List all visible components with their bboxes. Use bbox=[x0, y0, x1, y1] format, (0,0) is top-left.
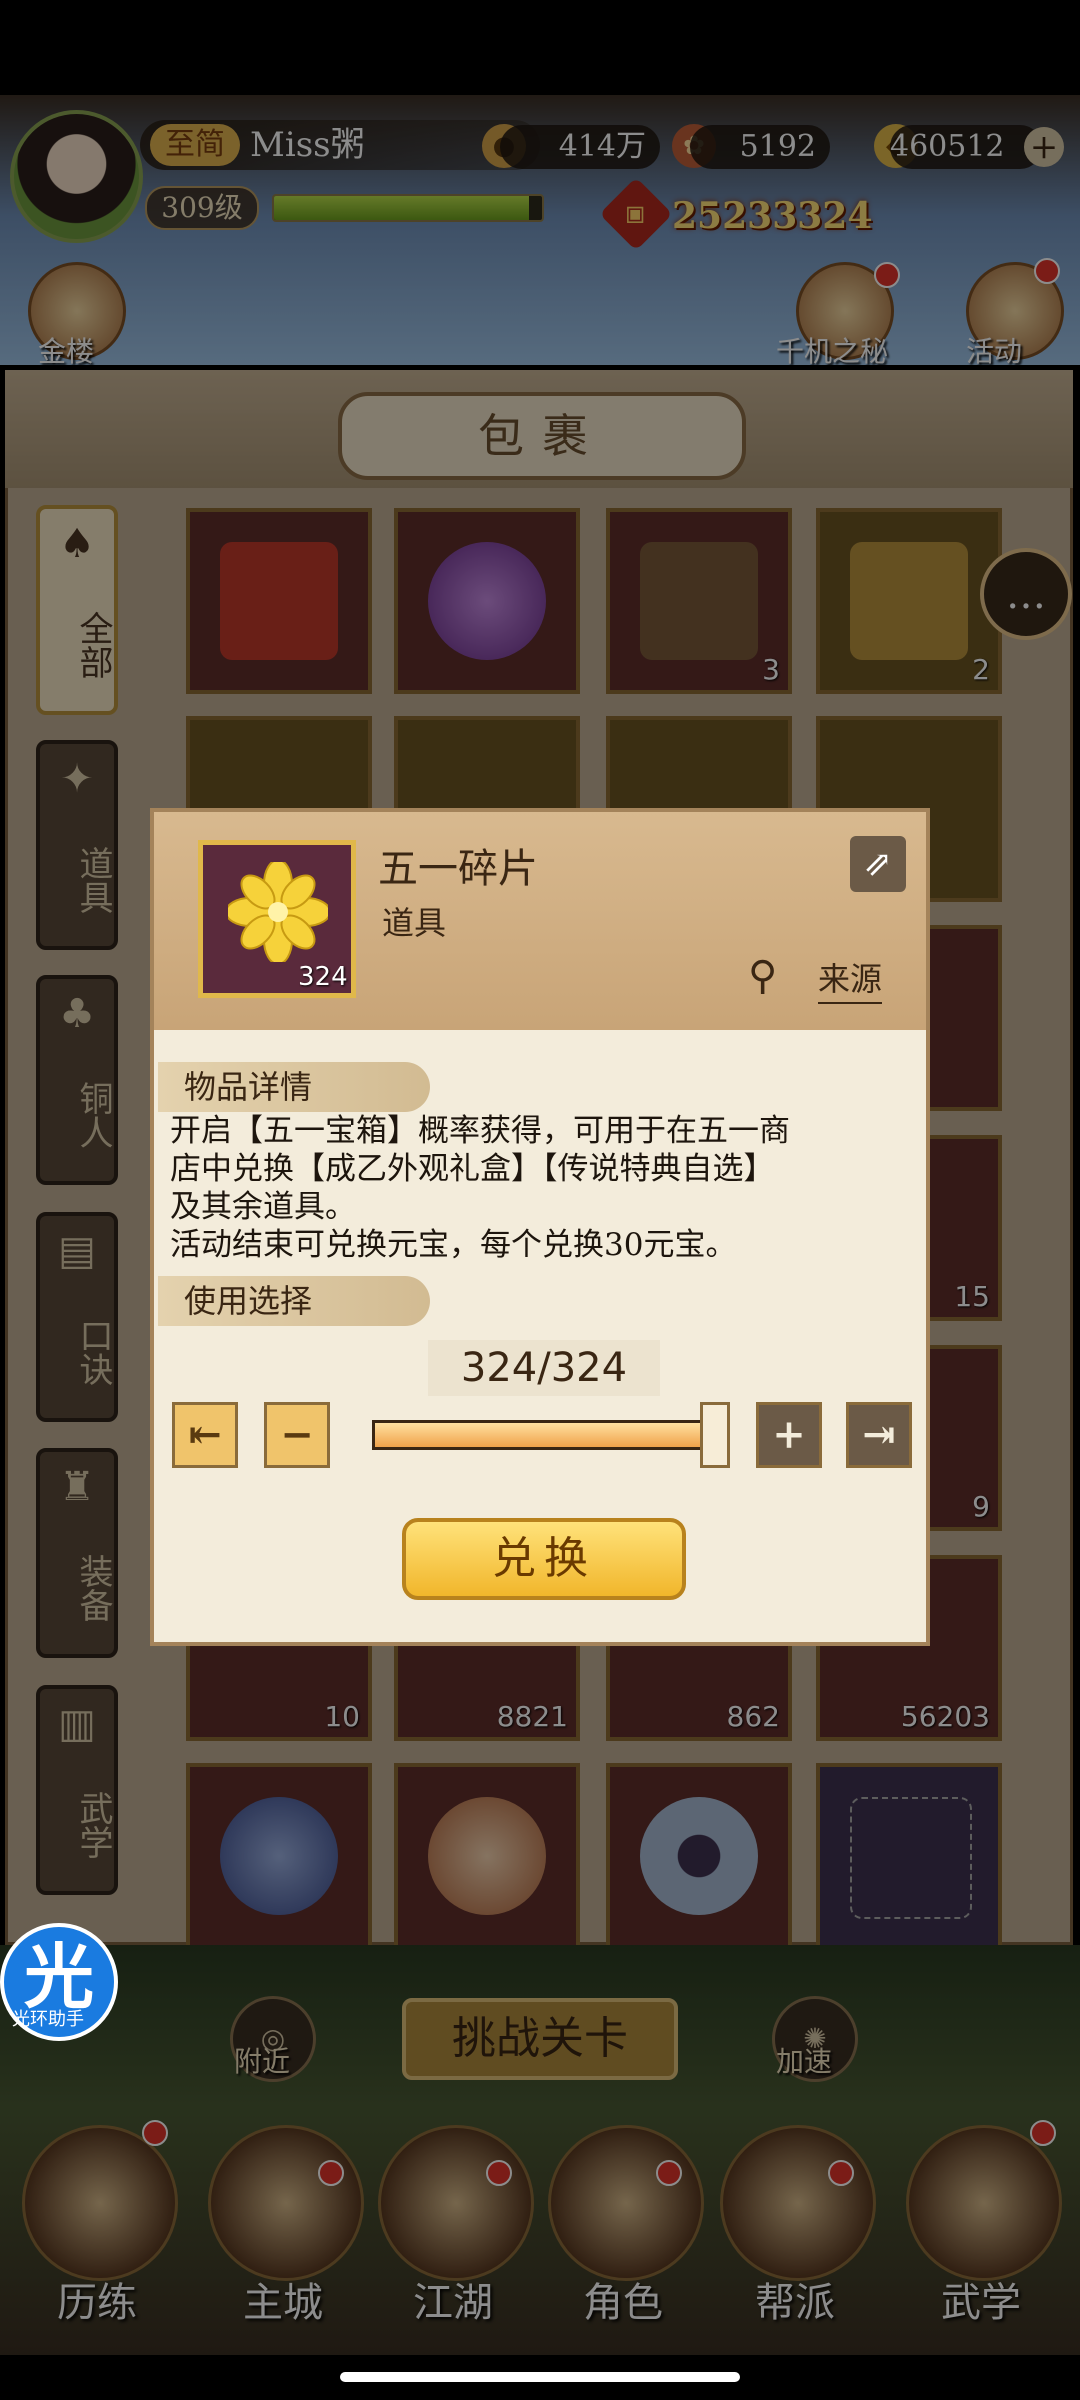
description-line: 店中兑换【成乙外观礼盒】【传说特典自选】 bbox=[170, 1151, 775, 1187]
status-bar bbox=[0, 0, 1080, 95]
item-count: 324 bbox=[298, 962, 348, 992]
section-item-details: 物品详情 bbox=[158, 1062, 430, 1112]
source-link[interactable]: 来源 bbox=[818, 954, 883, 1004]
quantity-slider[interactable] bbox=[372, 1420, 726, 1450]
description-line: 及其余道具。 bbox=[170, 1189, 356, 1225]
max-quantity-button[interactable]: ⇥ bbox=[846, 1402, 912, 1468]
increase-button[interactable]: + bbox=[756, 1402, 822, 1468]
helper-label: 光环助手 bbox=[12, 2009, 84, 2030]
section-use-selection: 使用选择 bbox=[158, 1276, 430, 1326]
golden-flower-icon bbox=[228, 862, 328, 962]
item-name: 五一碎片 bbox=[378, 846, 538, 892]
description-line: 开启【五一宝箱】概率获得，可用于在五一商 bbox=[170, 1113, 790, 1149]
quantity-display: 324/324 bbox=[428, 1340, 660, 1396]
item-description: 开启【五一宝箱】概率获得，可用于在五一商 店中兑换【成乙外观礼盒】【传说特典自选… bbox=[170, 1112, 910, 1264]
slider-fill bbox=[375, 1423, 723, 1447]
share-icon[interactable]: ⇗ bbox=[850, 836, 906, 892]
decrease-button[interactable]: − bbox=[264, 1402, 330, 1468]
description-line: 活动结束可兑换元宝，每个兑换30元宝。 bbox=[170, 1227, 737, 1263]
exchange-button[interactable]: 兑换 bbox=[402, 1518, 686, 1600]
item-type: 道具 bbox=[382, 904, 447, 942]
search-icon[interactable]: ⚲ bbox=[748, 952, 796, 1000]
slider-handle[interactable] bbox=[700, 1402, 730, 1468]
min-quantity-button[interactable]: ⇤ bbox=[172, 1402, 238, 1468]
home-indicator[interactable] bbox=[340, 2372, 740, 2382]
